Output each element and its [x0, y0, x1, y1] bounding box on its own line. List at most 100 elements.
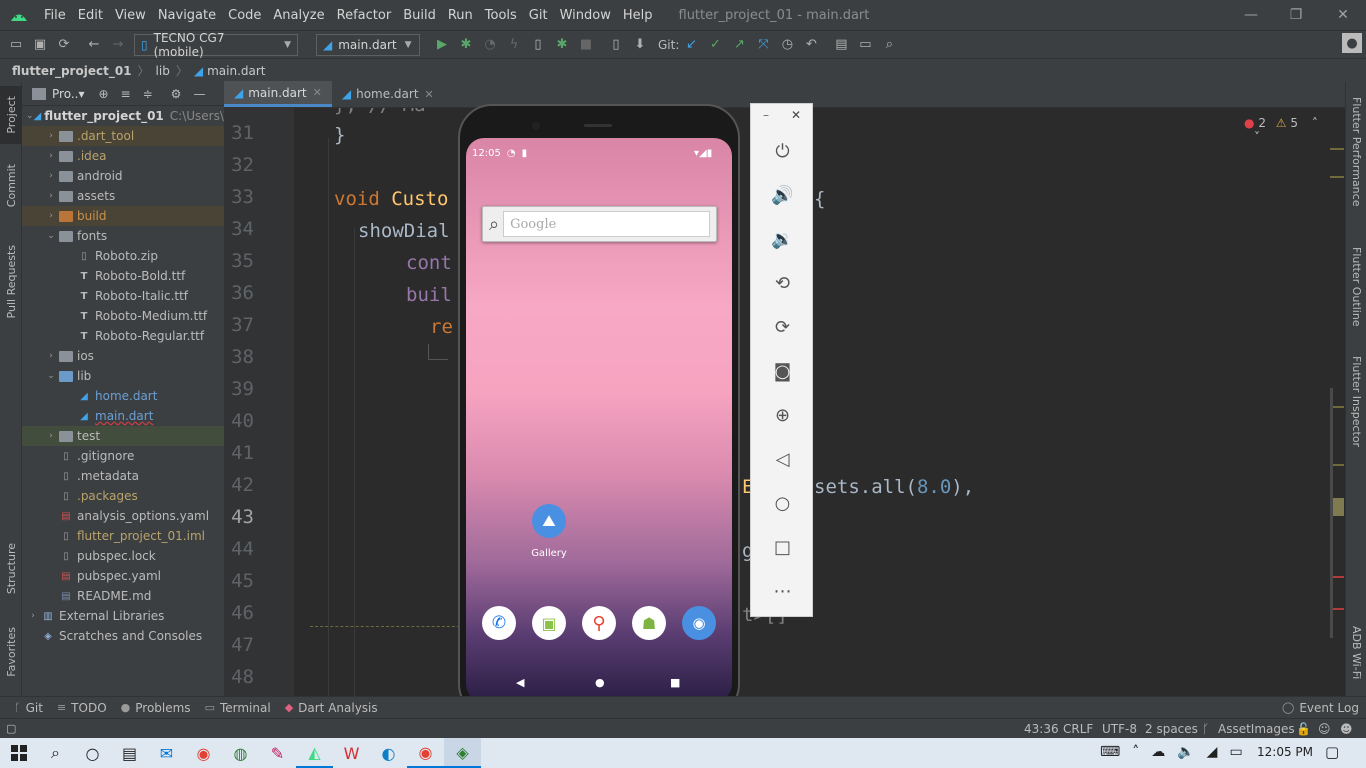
- volume-down-icon[interactable]: 🔉: [751, 223, 814, 255]
- tree-item[interactable]: › android: [22, 166, 224, 186]
- expand-arrow-icon[interactable]: ›: [44, 211, 58, 221]
- menu-view[interactable]: View: [109, 8, 152, 23]
- tab-commit[interactable]: Commit: [0, 158, 22, 214]
- expand-arrow-icon[interactable]: ›: [44, 191, 58, 201]
- store-app-icon[interactable]: ▣: [532, 606, 566, 640]
- close-emulator-icon[interactable]: ✕: [791, 108, 801, 122]
- tab-favorites[interactable]: Favorites: [0, 620, 22, 684]
- breadcrumb-file[interactable]: main.dart: [207, 64, 265, 78]
- avatar-icon[interactable]: ●: [1342, 33, 1362, 53]
- back-icon[interactable]: ◁: [751, 443, 814, 475]
- minimize-emulator-icon[interactable]: –: [763, 108, 769, 122]
- home-icon[interactable]: ○: [751, 487, 814, 519]
- wps-icon[interactable]: W: [333, 738, 370, 768]
- tree-item[interactable]: ▤ README.md: [22, 586, 224, 606]
- expand-arrow-icon[interactable]: ›: [44, 351, 58, 361]
- open-folder-icon[interactable]: ▭: [4, 34, 28, 56]
- rollback-icon[interactable]: ↶: [799, 34, 823, 56]
- project-view-selector[interactable]: Pro..▾: [52, 87, 84, 101]
- breadcrumb-lib[interactable]: lib: [156, 64, 170, 78]
- search-icon[interactable]: ⌕: [877, 34, 901, 56]
- inspection-widget[interactable]: ● 2 ⚠ 5 ˄ ˅: [1244, 116, 1334, 144]
- menu-tools[interactable]: Tools: [479, 8, 523, 23]
- collapse-all-icon[interactable]: ≑: [143, 87, 153, 101]
- action-center-icon[interactable]: ▢: [1325, 743, 1339, 761]
- run-icon[interactable]: ▶: [430, 34, 454, 56]
- menu-navigate[interactable]: Navigate: [152, 8, 222, 23]
- sdk-manager-icon[interactable]: ⬇: [628, 34, 652, 56]
- project-structure-icon[interactable]: ▤: [829, 34, 853, 56]
- tree-item[interactable]: T Roboto-Italic.ttf: [22, 286, 224, 306]
- tab-main-dart[interactable]: ◢ main.dart ✕: [224, 81, 332, 107]
- tree-item[interactable]: ⌄ lib: [22, 366, 224, 386]
- expand-all-icon[interactable]: ≡: [121, 87, 131, 101]
- nav-home-icon[interactable]: ●: [595, 676, 605, 689]
- power-icon[interactable]: ⏻: [751, 135, 814, 167]
- caret-position[interactable]: 43:36: [1024, 722, 1059, 736]
- expand-arrow-icon[interactable]: ›: [44, 151, 58, 161]
- device-selector[interactable]: ▯ TECNO CG7 (mobile) ▼: [134, 31, 298, 59]
- overview-icon[interactable]: □: [751, 531, 814, 563]
- tool-dart-analysis[interactable]: ◆ Dart Analysis: [285, 701, 378, 715]
- tool-todo[interactable]: ≡ TODO: [57, 701, 107, 715]
- run-config-selector[interactable]: ◢ main.dart ▼: [316, 33, 420, 56]
- expand-arrow-icon[interactable]: ›: [26, 611, 40, 621]
- attach-debugger-icon[interactable]: ✱: [550, 34, 574, 56]
- tab-home-dart[interactable]: ◢ home.dart ✕: [332, 81, 444, 107]
- tab-pull-requests[interactable]: Pull Requests: [0, 237, 22, 327]
- clock[interactable]: 12:05 PM: [1257, 745, 1313, 759]
- save-all-icon[interactable]: ▣: [28, 34, 52, 56]
- tree-item[interactable]: T Roboto-Bold.ttf: [22, 266, 224, 286]
- tree-item[interactable]: ▯ .packages: [22, 486, 224, 506]
- hide-icon[interactable]: —: [193, 87, 205, 101]
- expand-arrow-icon[interactable]: ›: [44, 171, 58, 181]
- keyboard-icon[interactable]: ⌨: [1100, 744, 1120, 760]
- menu-window[interactable]: Window: [554, 8, 617, 23]
- maps-app-icon[interactable]: ⚲: [582, 606, 616, 640]
- rotate-right-icon[interactable]: ⟳: [751, 311, 814, 343]
- tree-item[interactable]: ◢ main.dart: [22, 406, 224, 426]
- screenshot-icon[interactable]: ◙: [751, 355, 814, 387]
- device-manager-icon[interactable]: ▯: [604, 34, 628, 56]
- tab-adb-wifi[interactable]: ADB Wi-Fi: [1346, 618, 1366, 688]
- menu-refactor[interactable]: Refactor: [331, 8, 398, 23]
- menu-analyze[interactable]: Analyze: [267, 8, 330, 23]
- editor-scrollbar[interactable]: [1326, 108, 1345, 696]
- notifications-icon[interactable]: ☻: [1340, 722, 1353, 736]
- stop-icon[interactable]: ■: [574, 34, 598, 56]
- restore-button[interactable]: ❐: [1273, 0, 1319, 30]
- nav-recents-icon[interactable]: ■: [670, 676, 680, 689]
- expand-arrow-icon[interactable]: ⌄: [44, 231, 58, 241]
- vcs-branch[interactable]: AssetImages: [1218, 722, 1295, 736]
- file-encoding[interactable]: UTF-8: [1102, 722, 1137, 736]
- tool-terminal[interactable]: ▭ Terminal: [205, 701, 271, 715]
- tree-item[interactable]: ⌄ fonts: [22, 226, 224, 246]
- volume-icon[interactable]: 🔈: [1177, 744, 1194, 760]
- menu-file[interactable]: File: [38, 8, 72, 23]
- tree-item[interactable]: › test: [22, 426, 224, 446]
- android-app-icon[interactable]: ☗: [632, 606, 666, 640]
- onedrive-icon[interactable]: ☁: [1151, 744, 1165, 760]
- edge-icon[interactable]: ◐: [370, 738, 407, 768]
- menu-run[interactable]: Run: [442, 8, 479, 23]
- chrome-active-icon[interactable]: ◉: [407, 738, 444, 768]
- expand-arrow-icon[interactable]: ›: [44, 131, 58, 141]
- tab-structure[interactable]: Structure: [0, 534, 22, 604]
- tree-item[interactable]: › .idea: [22, 146, 224, 166]
- tool-problems[interactable]: ● Problems: [121, 701, 191, 715]
- battery-icon[interactable]: ▭: [1229, 744, 1242, 760]
- git-update-icon[interactable]: ↙: [679, 34, 703, 56]
- tab-flutter-outline[interactable]: Flutter Outline: [1346, 237, 1366, 337]
- menu-edit[interactable]: Edit: [72, 8, 109, 23]
- tree-item[interactable]: › build: [22, 206, 224, 226]
- chrome-icon[interactable]: ◉: [185, 738, 222, 768]
- expand-arrow-icon[interactable]: ›: [44, 431, 58, 441]
- cortana-icon[interactable]: ○: [74, 738, 111, 768]
- close-button[interactable]: ✕: [1320, 0, 1366, 30]
- tree-item[interactable]: ▤ pubspec.yaml: [22, 566, 224, 586]
- git-merge-icon[interactable]: ⤧: [751, 34, 775, 56]
- emulator-screen[interactable]: 12:05 ◔ ▮ ▾◢▮ ⌕ Google ⛰ Gallery ✆ ▣ ⚲ ☗…: [466, 138, 732, 702]
- hot-reload-icon[interactable]: ϟ: [502, 34, 526, 56]
- breadcrumb-project[interactable]: flutter_project_01: [12, 64, 132, 78]
- phone-app-icon[interactable]: ✆: [482, 606, 516, 640]
